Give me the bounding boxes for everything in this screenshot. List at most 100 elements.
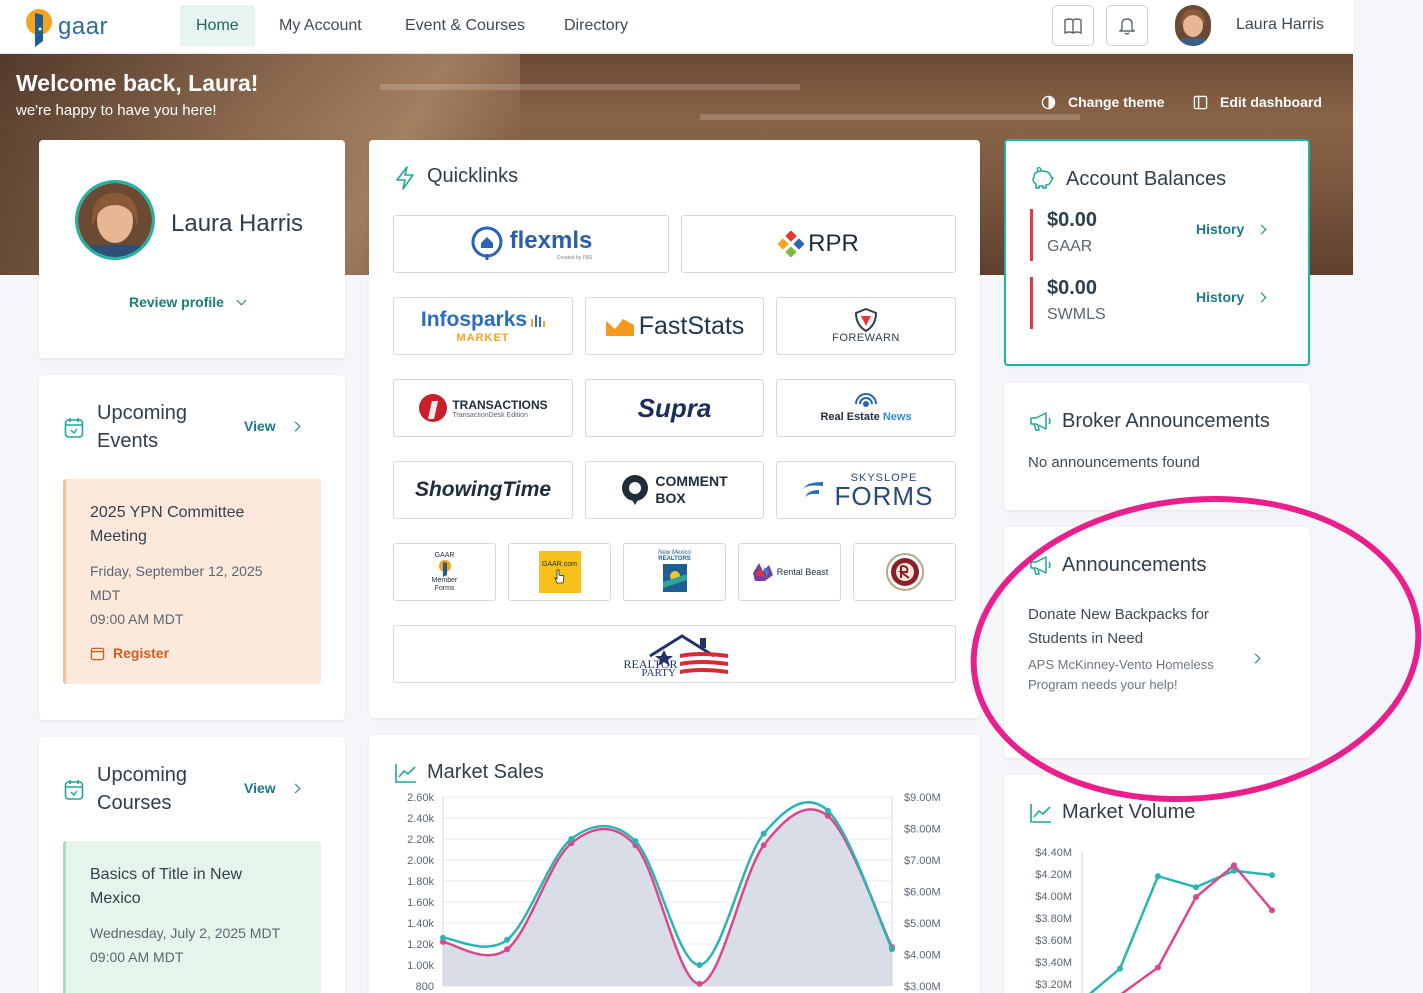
- gaar-mini-icon: [438, 559, 451, 577]
- notifications-button[interactable]: [1106, 5, 1148, 46]
- data-point: [760, 830, 767, 837]
- change-theme-label: Change theme: [1068, 94, 1165, 110]
- y-tick-label: 800: [416, 981, 434, 993]
- announcements-card: Announcements Donate New Backpacks for S…: [1004, 527, 1310, 758]
- skyslope-forms-link[interactable]: SKYSLOPE FORMS: [776, 461, 956, 519]
- gaar-logo[interactable]: gaar: [24, 6, 108, 48]
- member-forms-link[interactable]: GAAR Member Forms: [393, 543, 496, 601]
- transactions-link[interactable]: TRANSACTIONS TransactionDesk Edition: [393, 379, 573, 437]
- balance-row-gaar: $0.00 GAAR: [1030, 209, 1097, 261]
- supra-link[interactable]: Supra: [585, 379, 764, 437]
- rpr-icon: [778, 231, 805, 257]
- welcome-title: Welcome back, Laura!: [16, 70, 259, 96]
- gaar-com-link[interactable]: GAAR.com: [508, 543, 611, 601]
- comment-text: COMMENT: [655, 473, 728, 489]
- y-tick-label: 2.00k: [407, 855, 434, 867]
- chevron-right-icon: [290, 421, 301, 431]
- hero-beam: [700, 114, 1080, 120]
- edit-dashboard-button[interactable]: Edit dashboard: [1193, 94, 1322, 110]
- courses-title: Upcoming Courses: [97, 764, 188, 814]
- event-item[interactable]: 2025 YPN Committee Meeting Friday, Septe…: [63, 479, 321, 684]
- nm-realtors-link[interactable]: New Mexico REALTORS: [623, 543, 726, 601]
- seal-link[interactable]: [853, 543, 956, 601]
- data-point: [889, 946, 895, 953]
- skyslope-icon: [802, 482, 823, 498]
- data-point: [1193, 884, 1199, 891]
- events-view-button[interactable]: View: [244, 418, 301, 434]
- courses-view-button[interactable]: View: [244, 780, 301, 796]
- y-tick-label: 2.20k: [407, 834, 434, 846]
- announcements-title: Announcements: [1062, 554, 1207, 576]
- review-profile-label: Review profile: [129, 294, 224, 310]
- history-button-swmls[interactable]: History: [1196, 289, 1267, 305]
- member-forms-member: Member: [431, 576, 458, 584]
- profile-avatar[interactable]: [75, 180, 155, 260]
- data-point: [1269, 872, 1275, 879]
- review-profile-button[interactable]: Review profile: [129, 294, 247, 310]
- theme-icon: [1041, 95, 1056, 109]
- chevron-right-icon: [1250, 653, 1261, 664]
- forewarn-link[interactable]: FOREWARN: [776, 297, 956, 355]
- line-chart-icon: [1030, 804, 1051, 823]
- y-tick-label: 2.60k: [407, 792, 434, 804]
- infosparks-sub: MARKET: [456, 332, 510, 344]
- nav-events-courses[interactable]: Event & Courses: [389, 5, 541, 46]
- real-estate-text: Real Estate: [820, 411, 880, 423]
- rpr-link[interactable]: RPR: [681, 215, 956, 273]
- course-date: Wednesday, July 2, 2025 MDT: [90, 925, 281, 941]
- y-tick-label: $4.40M: [1035, 847, 1072, 859]
- profile-photo: [78, 183, 152, 257]
- announcement-body: APS McKinney-Vento Homeless Program need…: [1028, 657, 1214, 692]
- nav-my-account[interactable]: My Account: [263, 5, 378, 46]
- y-tick-label: $3.60M: [1035, 935, 1072, 947]
- welcome-subtitle: we're happy to have you here!: [16, 102, 217, 119]
- real-estate-news-link[interactable]: Real Estate News: [776, 379, 956, 437]
- flexmls-icon: [471, 226, 503, 260]
- flexmls-sub: Created by FBS: [556, 255, 593, 261]
- user-avatar[interactable]: [1175, 5, 1211, 46]
- y-tick-label: 1.20k: [407, 939, 434, 951]
- balance-name: SWMLS: [1047, 306, 1106, 323]
- flexmls-link[interactable]: flexmls Created by FBS: [393, 215, 669, 273]
- upcoming-courses-card: Upcoming Courses View Basics of Title in…: [39, 737, 345, 993]
- showingtime-link[interactable]: ShowingTime: [393, 461, 573, 519]
- piggy-bank-icon: [1032, 167, 1054, 189]
- nav-directory[interactable]: Directory: [548, 5, 644, 46]
- chevron-right-icon: [1256, 224, 1267, 234]
- user-name[interactable]: Laura Harris: [1236, 16, 1324, 34]
- data-point: [568, 836, 575, 842]
- chevron-right-icon: [290, 783, 301, 793]
- y2-tick-label: $5.00M: [904, 918, 941, 930]
- gaar-com-text: GAAR.com: [541, 560, 577, 568]
- forms-text: FORMS: [834, 481, 934, 511]
- history-button-gaar[interactable]: History: [1196, 221, 1267, 237]
- course-item[interactable]: Basics of Title in New Mexico Wednesday,…: [63, 841, 321, 993]
- series-line: [1120, 863, 1273, 993]
- edit-dashboard-label: Edit dashboard: [1220, 94, 1322, 110]
- register-button[interactable]: Register: [90, 645, 297, 661]
- rental-beast-link[interactable]: Rental Beast: [738, 543, 841, 601]
- data-point: [632, 838, 639, 845]
- data-point: [1269, 907, 1275, 914]
- course-name: Basics of Title in New Mexico: [90, 866, 243, 907]
- events-title: Upcoming Events: [97, 402, 188, 452]
- chevron-right-icon: [1256, 292, 1267, 302]
- faststats-link[interactable]: FastStats: [585, 297, 764, 355]
- news-text: News: [882, 411, 912, 423]
- announcement-item[interactable]: Donate New Backpacks for Students in Nee…: [1028, 603, 1278, 695]
- event-name: 2025 YPN Committee Meeting: [90, 504, 245, 545]
- gaar-com-badge: GAAR.com: [538, 551, 581, 593]
- change-theme-button[interactable]: Change theme: [1041, 94, 1164, 110]
- chevron-down-icon: [236, 295, 247, 305]
- history-label: History: [1196, 221, 1245, 237]
- account-balances-card: Account Balances $0.00 GAAR History $0.0…: [1004, 139, 1310, 366]
- nav-home[interactable]: Home: [180, 5, 255, 46]
- event-time: 09:00 AM MDT: [90, 611, 184, 627]
- infosparks-link[interactable]: Infosparks MARKET: [393, 297, 573, 355]
- y-tick-label: $3.20M: [1035, 979, 1072, 991]
- realtor-party-link[interactable]: REALTOR PARTY: [393, 625, 956, 683]
- transactions-icon: [419, 394, 448, 422]
- book-button[interactable]: [1052, 5, 1094, 46]
- y-tick-label: 2.40k: [407, 813, 434, 825]
- comment-box-link[interactable]: COMMENT BOX: [585, 461, 764, 519]
